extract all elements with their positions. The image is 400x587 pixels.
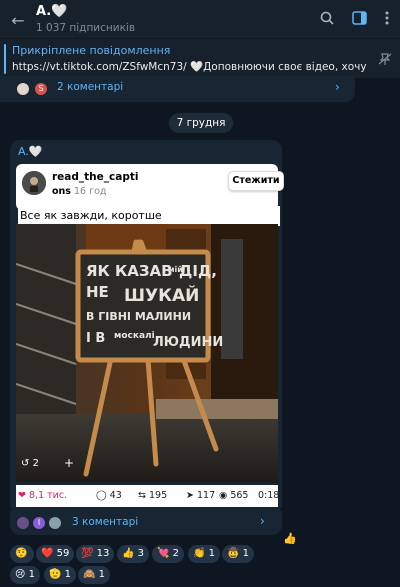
post-photo[interactable]: ЯК КАЗАВ мій ДІД, НЕ ШУКАЙ В ГІВНІ МАЛИН… [16,224,278,482]
back-arrow-icon[interactable]: ← [10,11,26,30]
repost-indicator[interactable]: ↺ 2 [21,458,39,469]
reaction-count: 1 [208,548,216,559]
embedded-post-card[interactable]: read_the_capti ons 16 год Стежити [16,164,284,210]
reaction-chip[interactable]: 👍 3 [117,545,150,563]
sign-word-iv: І В [86,331,105,346]
repost-icon: ↺ [21,458,30,469]
avatar [16,516,30,530]
reaction-chip[interactable]: 💯 13 [76,545,115,563]
reaction-count: 1 [64,569,72,580]
previous-post-comments[interactable]: S 2 коментарі › [0,76,355,102]
comments-link[interactable]: 3 коментарі [72,516,138,528]
reaction-emoji: 🙈 [83,569,96,580]
reactions-row: 🤨 ❤️ 59 💯 13 👍 3 💘 2 👏 1 🤠 1 😢 1 🫡 1 🙈 1 [0,540,400,587]
chevron-right-icon: › [260,514,265,528]
reposts-stat[interactable]: ⇆ 195 [138,490,167,501]
channel-post: A.🤍 read_the_capti ons 16 год Стежити Вс… [10,140,284,514]
reaction-emoji: 👍 [122,548,135,559]
comments-link[interactable]: 2 коментарі [57,81,123,93]
pinned-indicator [4,44,6,74]
reaction-chip[interactable]: ❤️ 59 [36,545,75,563]
reaction-emoji: 💘 [157,548,170,559]
sign-line-3: В ГІВНІ МАЛИНИ [86,310,191,323]
reaction-count: 13 [96,548,110,559]
shares-stat[interactable]: ➤ 117 [186,490,215,501]
reaction-emoji: 🤨 [15,548,28,559]
sign-word-moskali: москалі [114,330,155,341]
pin-icon[interactable] [378,52,392,69]
reaction-count: 2 [172,548,180,559]
add-icon[interactable]: + [64,456,74,470]
reaction-chip[interactable]: 👏 1 [188,545,221,563]
sign-word-liudyny: ЛЮДИНИ [153,335,223,350]
reaction-count: 3 [137,548,145,559]
retweet-icon: ⇆ [138,490,146,501]
reaction-count: 1 [28,569,35,580]
reposts-count: 195 [149,490,168,501]
post-comments-bar[interactable]: I 3 коментарі › [10,511,282,535]
card-username[interactable]: read_the_capti [52,171,138,183]
reaction-chip[interactable]: 🫡 1 [44,566,77,584]
card-username-suffix: ons [52,186,71,197]
pinned-text: https://vt.tiktok.com/ZSfwMcn73/ 🤍Доповн… [12,61,368,73]
reaction-emoji: 💯 [81,548,94,559]
reaction-count: 1 [98,569,106,580]
repost-count: 2 [32,458,39,469]
comment-bubble-icon: ◯ [96,490,107,501]
views-stat: ◉ 565 [219,490,248,501]
search-icon[interactable] [320,11,334,29]
send-icon: ➤ [186,490,194,501]
sign-line-1: ЯК КАЗАВ [86,262,173,280]
chevron-right-icon: › [335,80,340,94]
date-separator: 7 грудня [169,113,233,133]
card-time: 16 год [73,186,107,197]
likes-stat[interactable]: ❤ 8,1 тис. [18,490,67,501]
likes-count: 8,1 тис. [29,490,68,501]
sidebar-toggle-icon[interactable] [352,11,367,29]
post-time: 0:18 [258,490,280,501]
reaction-emoji: 🤠 [227,548,240,559]
reaction-chip[interactable]: 😢 1 [10,566,40,584]
post-stats-bar: ❤ 8,1 тис. ◯ 43 ⇆ 195 ➤ 117 ◉ 565 0:18 [16,485,280,507]
more-vert-icon[interactable] [385,11,389,29]
reaction-chip[interactable]: 🙈 1 [78,566,111,584]
pinned-title: Прикріплене повідомлення [12,44,171,57]
sign-word-shukai: ШУКАЙ [124,284,199,306]
comments-stat[interactable]: ◯ 43 [96,490,122,501]
sign-word-did: ДІД, [179,262,217,280]
reaction-chip[interactable]: 💘 2 [152,545,185,563]
post-caption: Все як завжди, коротше [18,206,280,226]
avatar [48,516,62,530]
views-count: 565 [230,490,249,501]
reaction-emoji: ❤️ [41,548,54,559]
shares-count: 117 [197,490,216,501]
heart-icon: ❤ [18,490,26,501]
card-subtitle: ons 16 год [52,186,106,197]
reaction-chip[interactable]: 🤠 1 [222,545,255,563]
channel-title[interactable]: A.🤍 [36,4,67,19]
pinned-message[interactable]: Прикріплене повідомлення https://vt.tikt… [0,38,400,78]
avatar [22,171,46,195]
avatar: S [34,82,48,96]
reaction-emoji: 😢 [15,569,26,580]
reaction-count: 1 [242,548,250,559]
post-author[interactable]: A.🤍 [18,145,43,158]
comments-count: 43 [109,490,122,501]
reaction-emoji: 🫡 [49,569,62,580]
follow-button[interactable]: Стежити [228,171,284,191]
reaction-chip[interactable]: 🤨 [10,545,34,563]
avatar [16,82,30,96]
reaction-emoji: 👏 [193,548,206,559]
reaction-count: 59 [56,548,70,559]
top-bar: ← A.🤍 1 037 підписників [0,0,400,38]
avatar: I [32,516,46,530]
sign-word-ne: НЕ [86,283,109,301]
eye-icon: ◉ [219,490,228,501]
subscriber-count: 1 037 підписників [36,22,136,34]
